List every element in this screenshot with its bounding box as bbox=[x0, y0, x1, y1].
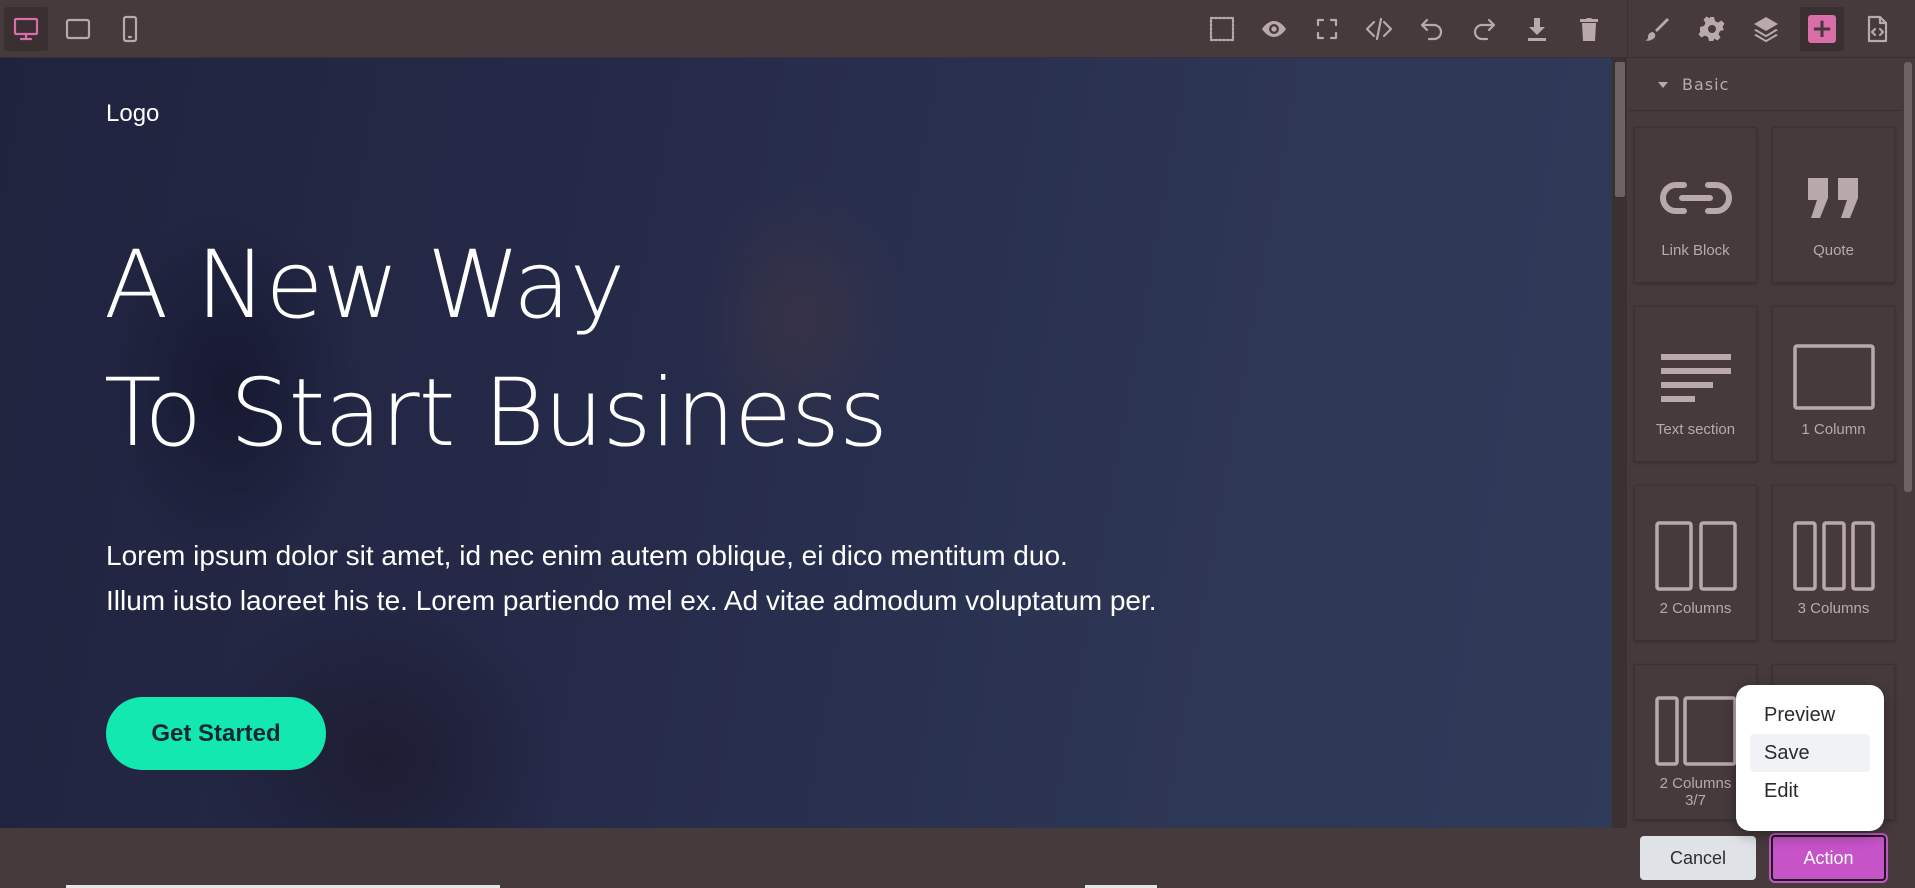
caret-down-icon bbox=[1658, 81, 1668, 88]
sw-visibility-icon bbox=[1209, 16, 1235, 42]
trash-icon bbox=[1580, 18, 1598, 41]
preview-button[interactable] bbox=[1252, 7, 1296, 51]
block-label: 3 Columns bbox=[1797, 600, 1870, 617]
block-2-columns[interactable]: 2 Columns bbox=[1634, 485, 1757, 641]
editor-toolbar: + bbox=[0, 0, 1915, 58]
one-column-icon bbox=[1792, 344, 1875, 410]
cancel-button[interactable]: Cancel bbox=[1640, 836, 1756, 880]
hero-headline-line1: A New Way bbox=[104, 231, 625, 340]
block-quote[interactable]: Quote bbox=[1772, 127, 1895, 283]
block-label: 2 Columns bbox=[1659, 600, 1732, 617]
action-dropdown-menu: Preview Save Edit bbox=[1736, 685, 1884, 831]
menu-item-edit[interactable]: Edit bbox=[1750, 772, 1870, 810]
style-manager-button[interactable] bbox=[1635, 7, 1679, 51]
block-1-column[interactable]: 1 Column bbox=[1772, 306, 1895, 462]
canvas-scrollbar-thumb[interactable] bbox=[1615, 62, 1625, 197]
block-label: 1 Column bbox=[1801, 421, 1866, 438]
block-text-section[interactable]: Text section bbox=[1634, 306, 1757, 462]
link-icon bbox=[1659, 182, 1732, 214]
menu-item-save[interactable]: Save bbox=[1750, 734, 1870, 772]
desktop-icon bbox=[13, 17, 39, 41]
undo-button[interactable] bbox=[1410, 7, 1454, 51]
text-section-icon bbox=[1660, 354, 1731, 402]
download-icon bbox=[1528, 18, 1546, 41]
view-code-button[interactable] bbox=[1357, 7, 1401, 51]
block-label: Link Block bbox=[1661, 242, 1730, 259]
block-label: Text section bbox=[1655, 421, 1736, 438]
hero-lead-line2: Illum iusto laoreet his te. Lorem partie… bbox=[106, 585, 1157, 616]
import-code-button[interactable] bbox=[1855, 7, 1899, 51]
hero-headline-line2: To Start Business bbox=[104, 359, 888, 468]
hero-lead-text[interactable]: Lorem ipsum dolor sit amet, id nec enim … bbox=[106, 533, 1157, 623]
site-logo[interactable]: Logo bbox=[106, 100, 159, 128]
layers-icon bbox=[1754, 17, 1778, 43]
get-started-button[interactable]: Get Started bbox=[106, 697, 326, 770]
block-link-block[interactable]: Link Block bbox=[1634, 127, 1757, 283]
two-columns-37-icon bbox=[1654, 696, 1737, 766]
two-columns-icon bbox=[1654, 521, 1737, 591]
settings-gear-icon bbox=[1698, 16, 1725, 41]
blocks-plus-icon: + bbox=[1808, 15, 1836, 43]
tablet-icon bbox=[65, 18, 91, 40]
style-manager-brush-icon bbox=[1645, 18, 1669, 41]
dialog-footer bbox=[0, 828, 1915, 888]
action-button[interactable]: Action bbox=[1771, 835, 1886, 881]
fullscreen-icon bbox=[1316, 18, 1338, 40]
code-icon bbox=[1365, 17, 1393, 41]
preview-eye-icon bbox=[1262, 21, 1286, 37]
settings-button[interactable] bbox=[1690, 7, 1734, 51]
device-tablet-button[interactable] bbox=[56, 7, 100, 51]
device-mobile-button[interactable] bbox=[108, 7, 152, 51]
block-label: Quote bbox=[1813, 242, 1854, 259]
block-category-basic[interactable]: Basic bbox=[1628, 59, 1902, 111]
hero-lead-line1: Lorem ipsum dolor sit amet, id nec enim … bbox=[106, 540, 1068, 571]
device-desktop-button[interactable] bbox=[4, 7, 48, 51]
block-label: 2 Columns 3/7 bbox=[1659, 775, 1732, 809]
block-3-columns[interactable]: 3 Columns bbox=[1772, 485, 1895, 641]
import-code-icon bbox=[1867, 15, 1888, 43]
block-category-title: Basic bbox=[1682, 75, 1730, 94]
fullscreen-button[interactable] bbox=[1305, 7, 1349, 51]
three-columns-icon bbox=[1792, 521, 1875, 591]
toolbar-separator bbox=[1627, 0, 1628, 58]
quote-icon bbox=[1807, 178, 1858, 218]
mobile-icon bbox=[122, 15, 138, 43]
undo-icon bbox=[1420, 18, 1443, 41]
clear-canvas-button[interactable] bbox=[1567, 7, 1611, 51]
redo-button[interactable] bbox=[1462, 7, 1506, 51]
export-button[interactable] bbox=[1515, 7, 1559, 51]
redo-icon bbox=[1473, 18, 1496, 41]
menu-item-preview[interactable]: Preview bbox=[1750, 696, 1870, 734]
blocks-panel-scrollbar-thumb[interactable] bbox=[1904, 62, 1912, 492]
sw-visibility-button[interactable] bbox=[1200, 7, 1244, 51]
open-blocks-button[interactable]: + bbox=[1800, 7, 1844, 51]
layer-manager-button[interactable] bbox=[1744, 7, 1788, 51]
hero-headline[interactable]: A New Way To Start Business bbox=[104, 222, 888, 478]
